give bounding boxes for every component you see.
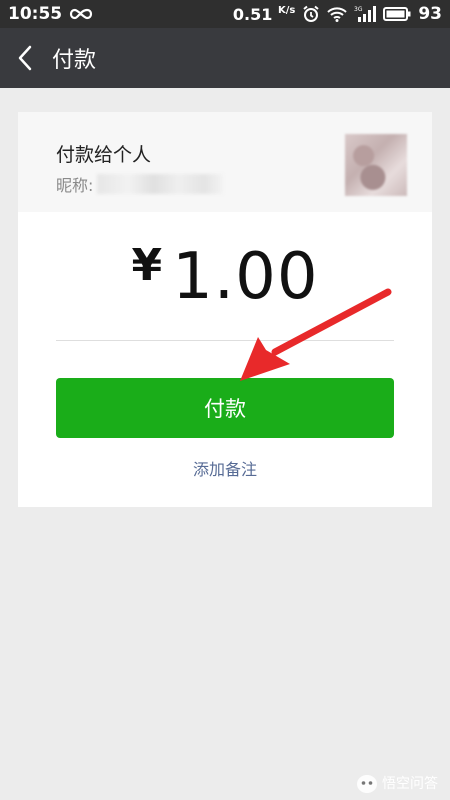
nickname-value-blurred <box>97 174 224 194</box>
wukong-logo-icon <box>357 775 377 793</box>
pay-button[interactable]: 付款 <box>56 378 394 438</box>
add-note-link[interactable]: 添加备注 <box>18 456 432 480</box>
payment-card: 付款给个人 昵称: ¥1.00 付款 添加备注 <box>18 112 432 507</box>
page-title: 付款 <box>52 48 97 73</box>
title-bar: 付款 <box>0 28 450 88</box>
network-type: 3G <box>354 6 363 13</box>
watermark-text: 悟空问答 <box>382 776 438 792</box>
recipient-section: 付款给个人 昵称: <box>18 112 432 212</box>
nickname-label: 昵称: <box>56 176 94 195</box>
avatar <box>345 134 407 196</box>
watermark: 悟空问答 <box>355 772 438 794</box>
status-left: 10:55 <box>8 4 93 24</box>
alarm-icon <box>302 5 320 23</box>
status-time: 10:55 <box>8 4 63 24</box>
currency-symbol: ¥ <box>131 240 163 291</box>
wifi-icon <box>327 6 348 22</box>
back-button[interactable] <box>0 28 50 88</box>
battery-icon <box>383 7 411 21</box>
amount-display: ¥1.00 <box>18 240 432 314</box>
battery-percent: 93 <box>418 4 442 24</box>
recipient-nickname-row: 昵称: <box>56 172 224 196</box>
net-speed-value: 0.51 <box>232 4 273 24</box>
chevron-left-icon <box>18 45 32 71</box>
amount-value: 1.00 <box>172 240 319 314</box>
status-bar: 10:55 0.51 K/s 3G 93 <box>0 0 450 28</box>
cell-signal-icon: 3G <box>354 6 377 22</box>
net-speed-unit: K/s <box>277 4 296 16</box>
infinity-icon <box>69 7 93 21</box>
amount-divider <box>56 340 394 341</box>
recipient-title: 付款给个人 <box>56 144 152 166</box>
status-right: 0.51 K/s 3G 93 <box>233 4 442 24</box>
net-speed: 0.51 K/s <box>233 5 295 24</box>
